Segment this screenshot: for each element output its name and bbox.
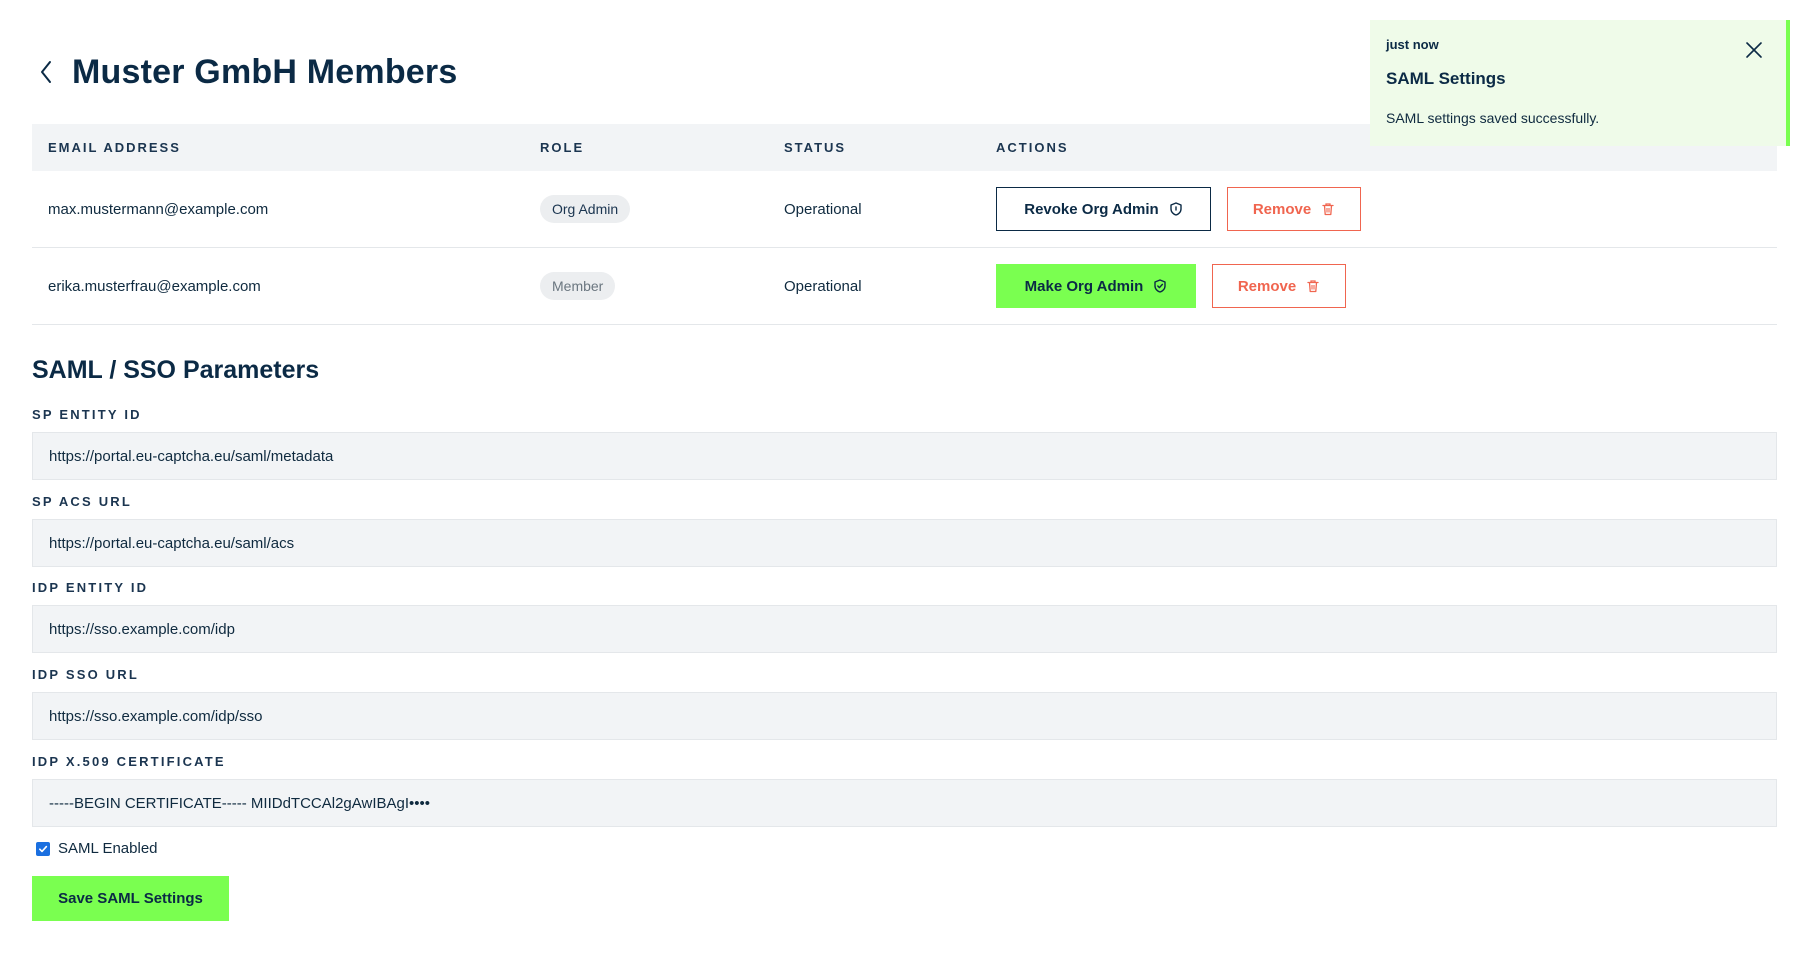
column-header-actions: ACTIONS bbox=[996, 140, 1069, 155]
toast-close-button[interactable] bbox=[1742, 38, 1766, 62]
row-actions: Make Org Admin Remove bbox=[996, 264, 1346, 308]
member-email: erika.musterfrau@example.com bbox=[48, 277, 261, 295]
page-header: Muster GmbH Members bbox=[32, 48, 457, 96]
saml-enabled-checkbox[interactable] bbox=[36, 841, 50, 856]
column-header-email: EMAIL ADDRESS bbox=[48, 140, 181, 155]
members-table: EMAIL ADDRESS ROLE STATUS ACTIONS max.mu… bbox=[32, 124, 1777, 325]
member-status: Operational bbox=[784, 200, 862, 218]
toast-title: SAML Settings bbox=[1386, 69, 1506, 88]
role-badge-label: Member bbox=[540, 272, 616, 300]
remove-member-button[interactable]: Remove bbox=[1212, 264, 1346, 308]
make-org-admin-label: Make Org Admin bbox=[1024, 277, 1144, 295]
shield-check-icon bbox=[1154, 279, 1167, 293]
remove-member-button[interactable]: Remove bbox=[1227, 187, 1361, 231]
role-badge-label: Org Admin bbox=[540, 195, 631, 223]
saml-enabled-row: SAML Enabled bbox=[36, 840, 158, 857]
idp-entity-id-label: IDP ENTITY ID bbox=[32, 580, 149, 595]
role-badge: Org Admin bbox=[540, 195, 631, 223]
toast-timestamp: just now bbox=[1386, 37, 1439, 52]
page-title: Muster GmbH Members bbox=[72, 52, 458, 91]
toast-message: SAML settings saved successfully. bbox=[1386, 110, 1600, 126]
remove-label: Remove bbox=[1237, 277, 1297, 295]
column-header-status: STATUS bbox=[784, 140, 847, 155]
sp-acs-url-label: SP ACS URL bbox=[32, 494, 133, 509]
role-badge: Member bbox=[540, 272, 616, 300]
column-header-role: ROLE bbox=[540, 140, 585, 155]
member-email: max.mustermann@example.com bbox=[48, 200, 269, 218]
chevron-left-icon bbox=[41, 61, 51, 83]
trash-icon bbox=[1322, 203, 1334, 216]
row-actions: Revoke Org Admin Remove bbox=[996, 187, 1361, 231]
idp-entity-id-field[interactable]: https://sso.example.com/idp bbox=[32, 605, 1777, 653]
table-row: erika.musterfrau@example.com Member Oper… bbox=[32, 248, 1777, 325]
back-button[interactable] bbox=[34, 56, 58, 88]
checkmark-icon bbox=[38, 845, 48, 852]
remove-label: Remove bbox=[1252, 200, 1312, 218]
saml-enabled-label: SAML Enabled bbox=[58, 840, 158, 857]
sp-entity-id-label: SP ENTITY ID bbox=[32, 407, 142, 422]
save-saml-settings-button[interactable]: Save SAML Settings bbox=[32, 876, 229, 921]
toast-notification: just now SAML Settings SAML settings sav… bbox=[1370, 20, 1790, 146]
idp-sso-url-field[interactable]: https://sso.example.com/idp/sso bbox=[32, 692, 1777, 740]
idp-certificate-label: IDP X.509 CERTIFICATE bbox=[32, 754, 226, 769]
member-status: Operational bbox=[784, 277, 862, 295]
sp-entity-id-field[interactable]: https://portal.eu-captcha.eu/saml/metada… bbox=[32, 432, 1777, 480]
idp-sso-url-label: IDP SSO URL bbox=[32, 667, 140, 682]
idp-certificate-field[interactable]: -----BEGIN CERTIFICATE----- MIIDdTCCAl2g… bbox=[32, 779, 1777, 827]
revoke-org-admin-button[interactable]: Revoke Org Admin bbox=[996, 187, 1211, 231]
make-org-admin-button[interactable]: Make Org Admin bbox=[996, 264, 1196, 308]
sp-acs-url-field[interactable]: https://portal.eu-captcha.eu/saml/acs bbox=[32, 519, 1777, 567]
close-icon bbox=[1746, 42, 1762, 58]
table-row: max.mustermann@example.com Org Admin Ope… bbox=[32, 171, 1777, 248]
revoke-org-admin-label: Revoke Org Admin bbox=[1024, 200, 1159, 218]
saml-section-title: SAML / SSO Parameters bbox=[32, 356, 320, 384]
trash-icon bbox=[1307, 280, 1319, 293]
shield-icon bbox=[1170, 202, 1182, 216]
